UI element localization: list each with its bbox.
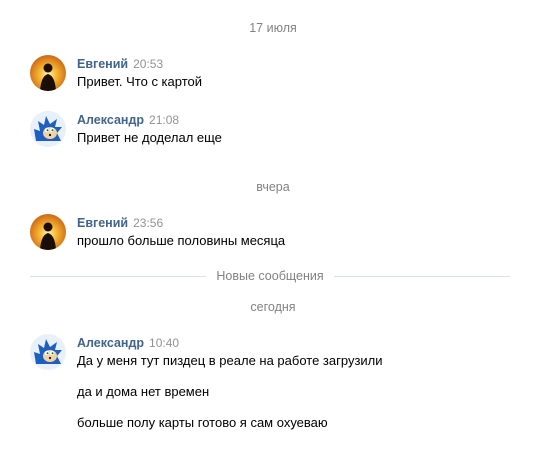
divider-line <box>30 275 207 277</box>
message-text: больше полу карты готово я сам охуеваю <box>77 415 328 430</box>
message-text: да и дома нет времен <box>77 384 210 399</box>
avatar[interactable] <box>30 55 66 91</box>
divider-line <box>333 275 511 277</box>
message-header: Евгений 23:56 <box>77 214 163 230</box>
new-messages-divider: Новые сообщения <box>30 268 511 284</box>
sunset-silhouette-icon <box>30 214 66 250</box>
date-separator: сегодня <box>250 300 296 314</box>
message-header: Александр 21:08 <box>77 111 179 127</box>
author-name[interactable]: Александр <box>77 336 144 350</box>
sonic-icon <box>30 111 66 147</box>
avatar[interactable] <box>30 214 66 250</box>
author-name[interactable]: Александр <box>77 113 144 127</box>
chat-history: 17 июля Евгений 20:53 Привет. Что с карто… <box>0 0 546 458</box>
message-header: Евгений 20:53 <box>77 55 163 71</box>
sonic-icon <box>30 334 66 370</box>
author-name[interactable]: Евгений <box>77 57 128 71</box>
avatar[interactable] <box>30 111 66 147</box>
message-time[interactable]: 23:56 <box>133 216 163 230</box>
message-header: Александр 10:40 <box>77 334 179 350</box>
sunset-silhouette-icon <box>30 55 66 91</box>
message-time[interactable]: 20:53 <box>133 57 163 71</box>
message-text: Привет. Что с картой <box>77 74 203 89</box>
avatar[interactable] <box>30 334 66 370</box>
date-separator: вчера <box>256 180 290 194</box>
author-name[interactable]: Евгений <box>77 216 128 230</box>
new-messages-label: Новые сообщения <box>216 269 324 283</box>
date-separator: 17 июля <box>249 21 297 35</box>
message-time[interactable]: 10:40 <box>149 336 179 350</box>
message-text: прошло больше половины месяца <box>77 233 286 248</box>
message-text: Привет не доделал еще <box>77 130 222 145</box>
message-time[interactable]: 21:08 <box>149 113 179 127</box>
message-text: Да у меня тут пиздец в реале на работе з… <box>77 353 383 368</box>
